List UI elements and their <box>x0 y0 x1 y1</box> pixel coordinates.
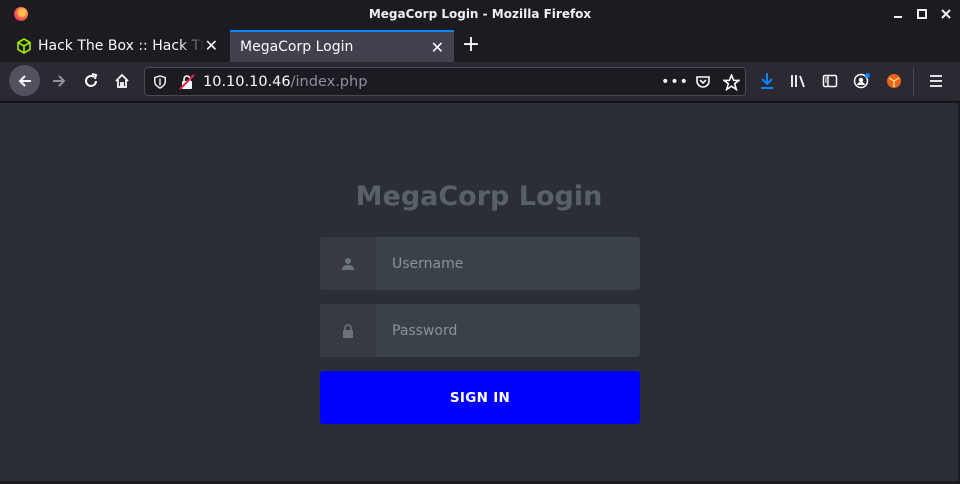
username-addon <box>320 237 376 290</box>
page-actions-icon[interactable]: ••• <box>661 73 688 91</box>
tab-hack-the-box[interactable]: Hack The Box :: Hack The Box ✕ <box>6 30 228 62</box>
menu-button[interactable] <box>926 71 946 91</box>
tab-megacorp-login[interactable]: MegaCorp Login ✕ <box>230 30 454 62</box>
url-host: 10.10.10.46 <box>203 73 291 90</box>
reload-icon <box>85 73 98 87</box>
account-icon[interactable] <box>852 71 872 91</box>
close-window-button[interactable] <box>937 5 955 23</box>
url-path: /index.php <box>290 73 368 90</box>
sidebar-icon[interactable] <box>820 71 840 91</box>
tab-label: MegaCorp Login <box>240 39 354 55</box>
minimize-icon <box>894 16 902 18</box>
htb-cube-icon <box>17 38 31 54</box>
tab-label: Hack The Box :: Hack The Box <box>38 38 204 54</box>
username-field[interactable] <box>320 237 640 290</box>
forward-icon <box>53 75 66 87</box>
bookmark-star-icon[interactable] <box>722 73 740 91</box>
shield-icon[interactable] <box>151 73 169 91</box>
home-icon <box>115 73 129 88</box>
forward-button[interactable] <box>44 66 74 96</box>
window-title: MegaCorp Login - Mozilla Firefox <box>368 7 592 21</box>
close-tab-icon[interactable]: ✕ <box>431 38 444 57</box>
sign-in-button[interactable]: SIGN IN <box>320 371 640 424</box>
password-addon <box>320 304 376 357</box>
login-heading: MegaCorp Login <box>355 181 603 212</box>
maximize-button[interactable] <box>913 5 931 23</box>
extension-icon[interactable] <box>884 71 904 91</box>
tab-strip: Hack The Box :: Hack The Box ✕ MegaCorp … <box>0 28 960 62</box>
menu-icon <box>930 75 942 87</box>
reload-button[interactable] <box>76 66 106 96</box>
pocket-icon[interactable] <box>694 73 712 91</box>
back-icon <box>18 74 31 87</box>
close-tab-icon[interactable]: ✕ <box>205 36 218 55</box>
maximize-icon <box>917 9 927 19</box>
navigation-toolbar: 10.10.10.46/index.php ••• <box>0 62 960 102</box>
new-tab-button[interactable]: + <box>460 32 482 58</box>
user-icon <box>342 257 354 270</box>
url-bar[interactable]: 10.10.10.46/index.php ••• <box>144 67 746 96</box>
firefox-logo-icon <box>14 7 28 21</box>
password-field[interactable] <box>320 304 640 357</box>
library-icon[interactable] <box>789 71 809 91</box>
download-icon[interactable] <box>757 71 777 91</box>
minimize-button[interactable] <box>889 5 907 23</box>
password-input[interactable] <box>376 304 640 357</box>
page-content: MegaCorp Login SIGN IN <box>0 103 958 481</box>
home-button[interactable] <box>107 66 137 96</box>
username-input[interactable] <box>376 237 640 290</box>
toolbar-separator <box>913 68 914 96</box>
window-titlebar: MegaCorp Login - Mozilla Firefox <box>0 0 960 28</box>
lock-icon <box>343 323 353 338</box>
insecure-lock-icon[interactable] <box>178 73 196 91</box>
close-icon <box>941 9 951 19</box>
back-button[interactable] <box>9 65 40 96</box>
